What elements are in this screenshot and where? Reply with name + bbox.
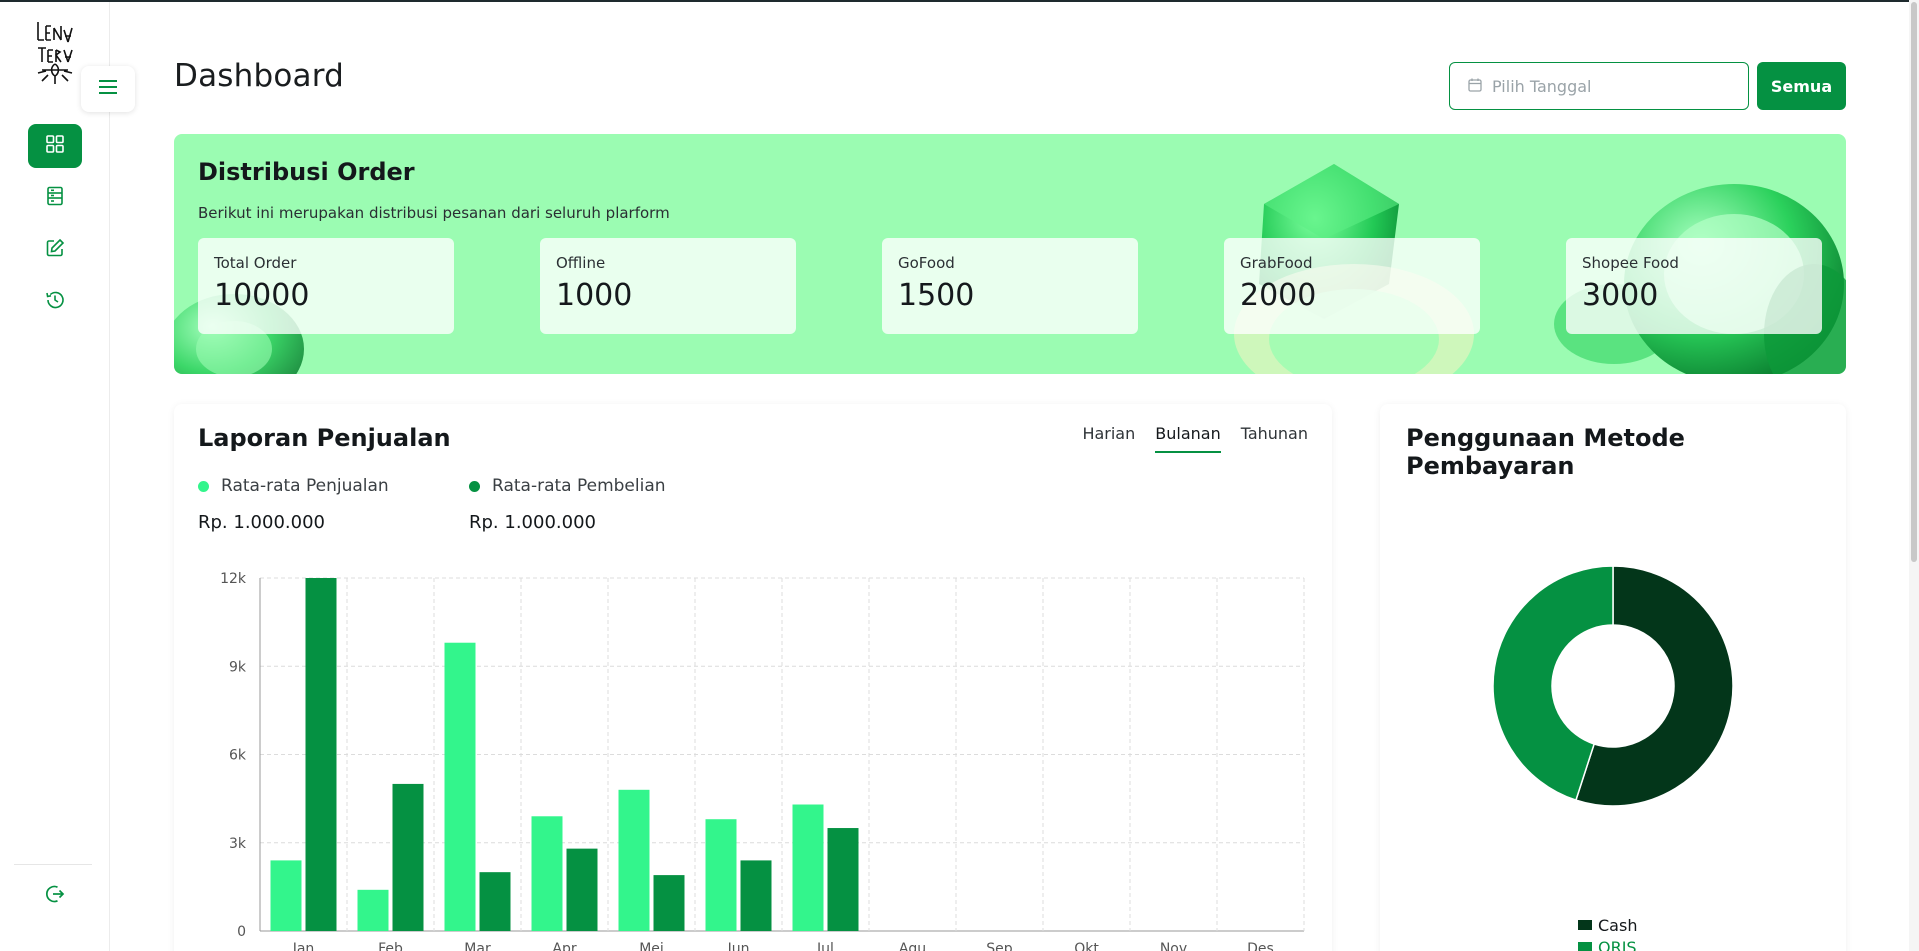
stat-value: 10000 xyxy=(214,278,310,313)
bar-jun-penjualan xyxy=(705,819,737,931)
logout-icon xyxy=(45,884,65,908)
bar-mei-penjualan xyxy=(618,789,650,931)
payment-methods-card: Penggunaan Metode Pembayaran Cash QRIS xyxy=(1380,404,1846,951)
filter-all-button[interactable]: Semua xyxy=(1757,62,1846,110)
stat-card-grabfood: GrabFood 2000 xyxy=(1224,238,1480,334)
date-picker-input[interactable]: Pilih Tanggal xyxy=(1449,62,1749,110)
stat-value: 1500 xyxy=(898,278,975,313)
bar-apr-penjualan xyxy=(531,816,563,931)
sidebar-item-dashboard[interactable] xyxy=(28,124,82,168)
sidebar xyxy=(0,2,110,951)
bar-mar-penjualan xyxy=(444,642,476,931)
legend-swatch xyxy=(1578,920,1592,930)
x-tick-label: Des xyxy=(1247,941,1274,951)
legend-label: QRIS xyxy=(1598,937,1637,951)
bar-feb-pembelian xyxy=(392,783,424,931)
bar-feb-penjualan xyxy=(357,889,389,931)
y-tick-label: 6k xyxy=(229,748,247,764)
y-tick-label: 9k xyxy=(229,659,247,675)
stat-card-total-order: Total Order 10000 xyxy=(198,238,454,334)
bar-mar-pembelian xyxy=(479,872,511,931)
x-tick-label: Mei xyxy=(639,941,664,951)
payment-legend-item-cash[interactable]: Cash xyxy=(1578,914,1637,936)
banner-title: Distribusi Order xyxy=(198,158,415,186)
x-tick-label: Apr xyxy=(552,941,576,951)
stat-value: 2000 xyxy=(1240,278,1317,313)
stat-card-shopee-food: Shopee Food 3000 xyxy=(1566,238,1822,334)
sidebar-item-reports[interactable] xyxy=(28,176,82,220)
payment-legend: Cash QRIS xyxy=(1578,914,1637,951)
bar-jan-pembelian xyxy=(305,578,337,931)
hamburger-icon xyxy=(98,79,118,99)
x-tick-label: Sep xyxy=(986,941,1013,951)
stat-label: GrabFood xyxy=(1240,254,1313,272)
stat-value: 3000 xyxy=(1582,278,1659,313)
x-tick-label: Mar xyxy=(464,941,491,951)
y-tick-label: 3k xyxy=(229,836,247,852)
bar-jan-penjualan xyxy=(270,860,302,931)
document-list-icon xyxy=(45,186,65,210)
bar-mei-pembelian xyxy=(653,875,685,931)
menu-toggle-button[interactable] xyxy=(81,66,135,112)
stat-label: Offline xyxy=(556,254,606,272)
x-tick-label: Nov xyxy=(1160,941,1187,951)
payment-legend-item-qris[interactable]: QRIS xyxy=(1578,936,1637,951)
bar-jul-penjualan xyxy=(792,804,824,931)
date-picker-placeholder: Pilih Tanggal xyxy=(1492,76,1592,96)
stat-value: 1000 xyxy=(556,278,633,313)
order-distribution-banner: Distribusi Order Berikut ini merupakan d… xyxy=(174,134,1846,374)
bar-jul-pembelian xyxy=(827,828,859,931)
x-tick-label: Jan xyxy=(292,941,315,951)
bar-jun-pembelian xyxy=(740,860,772,931)
banner-subtitle: Berikut ini merupakan distribusi pesanan… xyxy=(198,204,670,222)
edit-icon xyxy=(45,238,65,262)
stat-label: Shopee Food xyxy=(1582,254,1679,272)
x-tick-label: Jun xyxy=(727,941,750,951)
history-icon xyxy=(45,290,65,314)
y-tick-label: 0 xyxy=(237,924,246,940)
page-scrollbar[interactable] xyxy=(1909,0,1919,951)
y-tick-label: 12k xyxy=(220,571,247,587)
stat-label: GoFood xyxy=(898,254,955,272)
brand-logo[interactable] xyxy=(34,18,76,88)
stat-label: Total Order xyxy=(214,254,297,272)
grid-icon xyxy=(45,134,65,158)
x-tick-label: Agu xyxy=(899,941,926,951)
sales-bar-chart: 0 3k 6k 9k 12k Jan Feb Mar Apr Mei Jun Jul Agu Sep Okt… xyxy=(220,571,1305,951)
scrollbar-thumb[interactable] xyxy=(1911,2,1917,562)
x-tick-label: Jul xyxy=(816,941,834,951)
legend-swatch xyxy=(1578,942,1592,951)
x-tick-label: Okt xyxy=(1074,941,1099,951)
sidebar-item-history[interactable] xyxy=(28,280,82,324)
logout-button[interactable] xyxy=(28,874,82,918)
page-title: Dashboard xyxy=(174,58,344,94)
legend-label: Cash xyxy=(1598,915,1638,935)
sidebar-divider xyxy=(14,864,92,865)
window-top-border xyxy=(0,0,1919,2)
stat-card-offline: Offline 1000 xyxy=(540,238,796,334)
payment-donut-chart xyxy=(1492,565,1734,807)
sales-report-card: Laporan Penjualan Harian Bulanan Tahunan… xyxy=(174,404,1332,951)
x-tick-label: Feb xyxy=(378,941,403,951)
sidebar-item-edit[interactable] xyxy=(28,228,82,272)
bar-apr-pembelian xyxy=(566,848,598,931)
stat-card-gofood: GoFood 1500 xyxy=(882,238,1138,334)
calendar-icon xyxy=(1468,77,1482,96)
